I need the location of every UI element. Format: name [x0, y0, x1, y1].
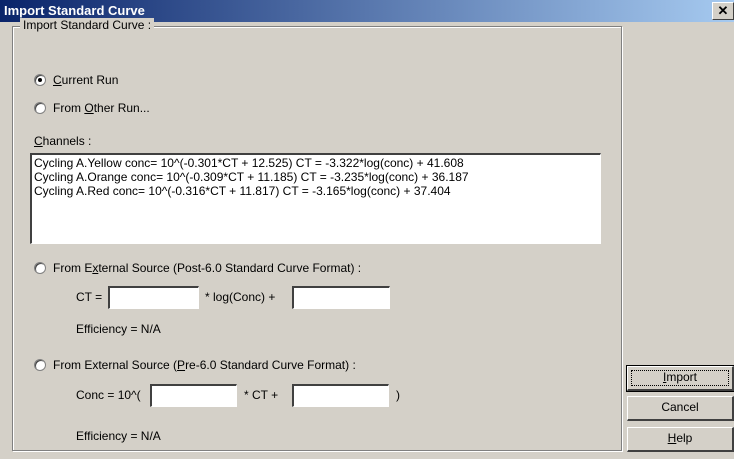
conc-equals-label: Conc = 10^( [76, 388, 141, 402]
external-pre-radio[interactable] [34, 359, 46, 371]
ct-equals-label: CT = [76, 290, 103, 304]
channels-listbox[interactable]: Cycling A.Yellow conc= 10^(-0.301*CT + 1… [30, 153, 601, 244]
import-standard-curve-dialog: Import Standard Curve ✕ Import Standard … [0, 0, 734, 459]
times-ct-label: * CT + [244, 388, 279, 402]
pre-slope-input[interactable] [150, 384, 237, 407]
import-button[interactable]: Import [626, 365, 734, 392]
pre-intercept-input[interactable] [292, 384, 389, 407]
close-button[interactable]: ✕ [712, 2, 734, 20]
help-button-label: Help [667, 431, 693, 445]
post-efficiency-text: Efficiency = N/A [76, 322, 161, 336]
log-conc-label: * log(Conc) + [205, 290, 276, 304]
close-paren-label: ) [396, 388, 400, 402]
post-intercept-input[interactable] [292, 286, 390, 309]
cancel-button[interactable]: Cancel [627, 396, 734, 421]
other-run-option[interactable]: From Other Run... [34, 101, 150, 115]
current-run-label: Current Run [53, 73, 119, 87]
pre-efficiency-text: Efficiency = N/A [76, 429, 161, 443]
external-post-option[interactable]: From External Source (Post-6.0 Standard … [34, 261, 361, 275]
current-run-option[interactable]: Current Run [34, 73, 118, 87]
window-title: Import Standard Curve [4, 3, 145, 18]
channel-item-yellow[interactable]: Cycling A.Yellow conc= 10^(-0.301*CT + 1… [34, 156, 598, 170]
external-pre-label: From External Source (Pre-6.0 Standard C… [53, 358, 356, 372]
import-button-label: Import [662, 370, 698, 384]
cancel-button-label: Cancel [661, 400, 699, 414]
channel-item-red[interactable]: Cycling A.Red conc= 10^(-0.316*CT + 11.8… [34, 184, 598, 198]
help-button[interactable]: Help [627, 427, 734, 452]
other-run-radio[interactable] [34, 102, 46, 114]
current-run-radio[interactable] [34, 74, 46, 86]
other-run-label: From Other Run... [53, 101, 150, 115]
channel-item-orange[interactable]: Cycling A.Orange conc= 10^(-0.309*CT + 1… [34, 170, 598, 184]
post-slope-input[interactable] [108, 286, 199, 309]
external-post-radio[interactable] [34, 262, 46, 274]
group-legend: Import Standard Curve : [20, 18, 155, 32]
channels-label: Channels : [34, 134, 92, 148]
external-post-label: From External Source (Post-6.0 Standard … [53, 261, 362, 275]
external-pre-option[interactable]: From External Source (Pre-6.0 Standard C… [34, 358, 356, 372]
close-icon: ✕ [717, 3, 729, 18]
